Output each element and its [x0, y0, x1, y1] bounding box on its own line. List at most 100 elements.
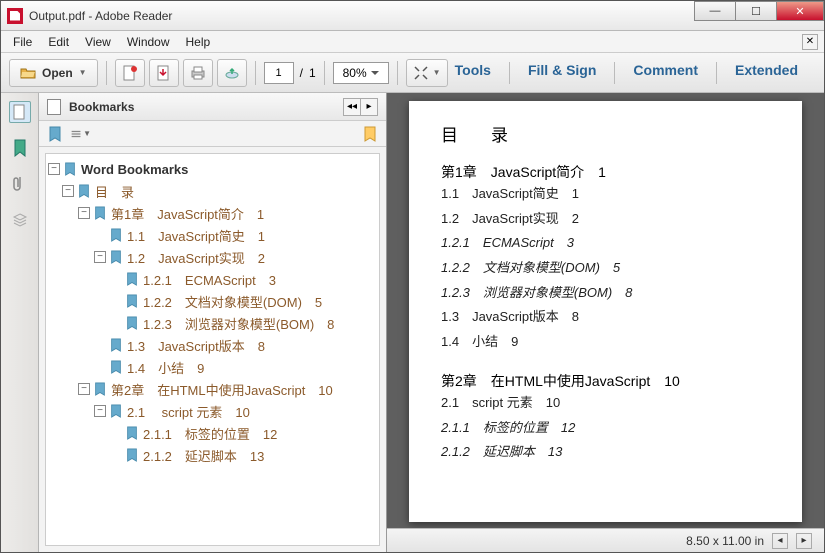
page-separator: /	[298, 66, 305, 80]
separator	[106, 61, 107, 85]
bookmarks-header: Bookmarks ◂◂ ▸	[39, 93, 386, 121]
doc-line: 第2章 在HTML中使用JavaScript 10	[441, 371, 770, 391]
page-number-input[interactable]: 1	[264, 62, 294, 84]
export-pdf-icon	[156, 65, 172, 81]
bookmarks-toolbar: ▼	[39, 121, 386, 147]
bookmark-icon	[93, 382, 107, 396]
tree-node[interactable]: 1.2.3 浏览器对象模型(BOM) 8	[48, 312, 377, 334]
doc-line: 第1章 JavaScript简介 1	[441, 162, 770, 182]
read-mode-button[interactable]: ▼	[406, 59, 448, 87]
tree-node-label: 1.2.3 浏览器对象模型(BOM) 8	[143, 314, 334, 333]
attachments-tab-icon[interactable]	[9, 173, 31, 195]
maximize-button[interactable]: ☐	[735, 1, 777, 21]
send-file-button[interactable]	[217, 59, 247, 87]
bookmark-icon	[125, 316, 139, 330]
expand-toggle[interactable]: −	[94, 251, 106, 263]
tree-node[interactable]: −第2章 在HTML中使用JavaScript 10	[48, 378, 377, 400]
extended-link[interactable]: Extended	[735, 62, 798, 84]
comment-link[interactable]: Comment	[633, 62, 698, 84]
menu-edit[interactable]: Edit	[40, 33, 77, 51]
tree-node[interactable]: 1.4 小结 9	[48, 356, 377, 378]
doc-line: 2.1.1 标签的位置 12	[441, 416, 770, 441]
app-icon	[7, 8, 23, 24]
folder-open-icon	[20, 65, 36, 81]
tree-node[interactable]: − 第1章 JavaScript简介 1	[48, 202, 377, 224]
tree-node-label: 第1章 JavaScript简介 1	[111, 204, 264, 223]
expand-toggle[interactable]: −	[94, 405, 106, 417]
bookmark-icon	[125, 426, 139, 440]
status-bar: 8.50 x 11.00 in ◂ ▸	[387, 528, 824, 552]
tree-node-label: 1.3 JavaScript版本 8	[127, 336, 265, 355]
create-pdf-icon	[122, 65, 138, 81]
close-button[interactable]: ✕	[776, 1, 824, 21]
create-pdf-button[interactable]	[115, 59, 145, 87]
page-thumbnails-icon	[47, 99, 61, 115]
panel-next-button[interactable]: ▸	[360, 98, 378, 116]
menu-view[interactable]: View	[77, 33, 119, 51]
zoom-select[interactable]: 80%	[333, 62, 389, 84]
bookmark-root-icon	[63, 162, 77, 176]
tree-node-label: 1.2.1 ECMAScript 3	[143, 270, 276, 289]
tree-node[interactable]: 1.2.2 文档对象模型(DOM) 5	[48, 290, 377, 312]
status-prev-button[interactable]: ◂	[772, 533, 788, 549]
bookmarks-tree[interactable]: − Word Bookmarks −目 录−第1章 JavaScript简介 1…	[45, 153, 380, 546]
document-view[interactable]: 目 录 第1章 JavaScript简介 11.1 JavaScript简史 1…	[387, 93, 824, 552]
open-label: Open	[42, 66, 73, 80]
panel-prev-button[interactable]: ◂◂	[343, 98, 361, 116]
expand-toggle[interactable]: −	[48, 163, 60, 175]
tree-node[interactable]: − 1.2 JavaScript实现 2	[48, 246, 377, 268]
bookmark-icon	[109, 250, 123, 264]
tree-node-label: 1.4 小结 9	[127, 358, 204, 377]
title-bar[interactable]: Output.pdf - Adobe Reader — ☐ ✕	[1, 1, 824, 31]
doc-heading: 目 录	[441, 121, 770, 146]
zoom-value: 80%	[343, 66, 367, 80]
tree-node[interactable]: 1.1 JavaScript简史 1	[48, 224, 377, 246]
minimize-button[interactable]: —	[694, 1, 736, 21]
cloud-upload-icon	[224, 65, 240, 81]
tree-node-label: 2.1 script 元素 10	[127, 402, 250, 421]
menu-file[interactable]: File	[5, 33, 40, 51]
doc-line: 1.1 JavaScript简史 1	[441, 182, 770, 207]
bookmark-icon	[109, 228, 123, 242]
doc-line: 2.1.2 延迟脚本 13	[441, 440, 770, 465]
status-next-button[interactable]: ▸	[796, 533, 812, 549]
tree-node[interactable]: 1.3 JavaScript版本 8	[48, 334, 377, 356]
tree-root[interactable]: − Word Bookmarks	[48, 158, 377, 180]
separator	[397, 61, 398, 85]
export-pdf-button[interactable]	[149, 59, 179, 87]
expand-toggle[interactable]: −	[78, 207, 90, 219]
menu-window[interactable]: Window	[119, 33, 178, 51]
open-button[interactable]: Open ▼	[9, 59, 98, 87]
menu-close-doc-button[interactable]: ✕	[802, 34, 818, 50]
bookmark-options-button[interactable]: ▼	[71, 124, 91, 144]
separator	[324, 61, 325, 85]
thumbnails-tab-icon[interactable]	[9, 101, 31, 123]
fill-sign-link[interactable]: Fill & Sign	[528, 62, 596, 84]
bookmarks-panel: Bookmarks ◂◂ ▸ ▼ − Word Bookmarks −目 录−第…	[39, 93, 387, 552]
tree-node[interactable]: −目 录	[48, 180, 377, 202]
tree-node[interactable]: 1.2.1 ECMAScript 3	[48, 268, 377, 290]
print-button[interactable]	[183, 59, 213, 87]
bookmarks-tab-icon[interactable]	[9, 137, 31, 159]
toolbar: Open ▼ 1 / 1 80% ▼ Tools Fill & Sign Com…	[1, 53, 824, 93]
tree-node-label: 1.2 JavaScript实现 2	[127, 248, 265, 267]
new-bookmark-button[interactable]	[45, 124, 65, 144]
doc-line: 2.1 script 元素 10	[441, 391, 770, 416]
layers-tab-icon[interactable]	[9, 209, 31, 231]
bookmarks-title: Bookmarks	[69, 100, 134, 114]
tools-link[interactable]: Tools	[455, 62, 491, 84]
tree-node[interactable]: 2.1.2 延迟脚本 13	[48, 444, 377, 466]
nav-rail	[1, 93, 39, 552]
menu-help[interactable]: Help	[178, 33, 219, 51]
tree-node-label: 目 录	[95, 182, 134, 201]
tree-root-label: Word Bookmarks	[81, 162, 188, 177]
expand-toggle[interactable]: −	[62, 185, 74, 197]
bookmark-icon	[125, 448, 139, 462]
tree-node[interactable]: 2.1.1 标签的位置 12	[48, 422, 377, 444]
doc-line: 1.4 小结 9	[441, 330, 770, 355]
content-area: Bookmarks ◂◂ ▸ ▼ − Word Bookmarks −目 录−第…	[1, 93, 824, 552]
doc-line: 1.2.2 文档对象模型(DOM) 5	[441, 256, 770, 281]
find-bookmark-button[interactable]	[360, 124, 380, 144]
tree-node[interactable]: − 2.1 script 元素 10	[48, 400, 377, 422]
expand-toggle[interactable]: −	[78, 383, 90, 395]
